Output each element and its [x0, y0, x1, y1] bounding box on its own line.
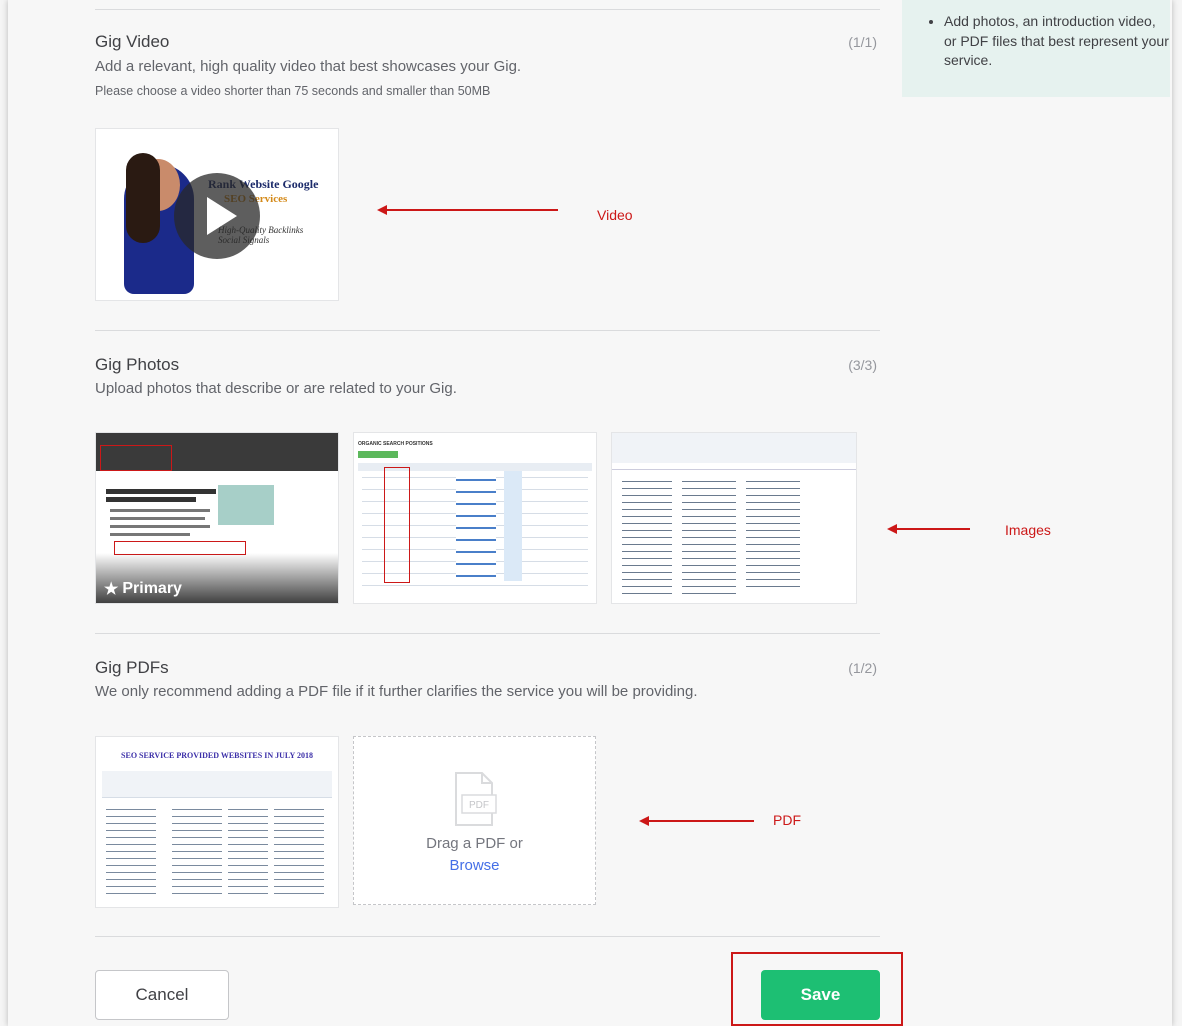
- tip-text: Add photos, an introduction video, or PD…: [944, 12, 1170, 71]
- save-highlight-box: [731, 952, 903, 1026]
- pdf-file-icon: PDF: [450, 771, 498, 827]
- pdf-thumb-title: SEO SERVICE PROVIDED WEBSITES IN JULY 20…: [121, 751, 313, 760]
- video-description: Add a relevant, high quality video that …: [95, 58, 522, 75]
- footer-divider: [95, 936, 880, 937]
- photo-thumbnail-primary[interactable]: ★ Primary: [95, 432, 339, 604]
- video-count: (1/1): [848, 34, 877, 50]
- photo2-header: ORGANIC SEARCH POSITIONS: [358, 441, 433, 447]
- pdf-icon-text: PDF: [469, 800, 489, 811]
- pdf-drop-zone[interactable]: PDF Drag a PDF or Browse: [353, 736, 596, 905]
- star-icon: ★: [104, 581, 119, 598]
- cancel-button[interactable]: Cancel: [95, 970, 229, 1020]
- red-arrow-icon: [887, 524, 970, 534]
- play-icon[interactable]: [174, 173, 260, 259]
- top-divider: [95, 9, 880, 10]
- photos-section-title: Gig Photos: [95, 355, 180, 374]
- annotation-images: Images: [1005, 522, 1051, 538]
- red-arrow-icon: [377, 205, 558, 215]
- photo-thumbnail-3[interactable]: [611, 432, 857, 604]
- browse-link[interactable]: Browse: [354, 857, 595, 874]
- pdf-drop-text: Drag a PDF or: [426, 835, 523, 852]
- photo-thumbnail-2[interactable]: ORGANIC SEARCH POSITIONS: [353, 432, 597, 604]
- section-divider: [95, 330, 880, 331]
- primary-label: Primary: [122, 580, 182, 597]
- video-section-title: Gig Video: [95, 32, 170, 51]
- video-thumbnail[interactable]: Rank Website Google SEO Services High-Qu…: [95, 128, 339, 301]
- video-size-note: Please choose a video shorter than 75 se…: [95, 84, 491, 98]
- annotation-pdf: PDF: [773, 812, 801, 828]
- pdf-thumbnail[interactable]: SEO SERVICE PROVIDED WEBSITES IN JULY 20…: [95, 736, 339, 908]
- pdfs-section-title: Gig PDFs: [95, 658, 169, 677]
- photos-count: (3/3): [848, 357, 877, 373]
- tip-box: Add photos, an introduction video, or PD…: [902, 0, 1170, 97]
- pdfs-count: (1/2): [848, 660, 877, 676]
- annotation-video: Video: [597, 207, 633, 223]
- pdfs-description: We only recommend adding a PDF file if i…: [95, 683, 698, 700]
- red-arrow-icon: [639, 816, 754, 826]
- primary-badge: ★ Primary: [104, 579, 182, 599]
- section-divider: [95, 633, 880, 634]
- presenter-hair: [126, 153, 160, 243]
- photos-description: Upload photos that describe or are relat…: [95, 380, 457, 397]
